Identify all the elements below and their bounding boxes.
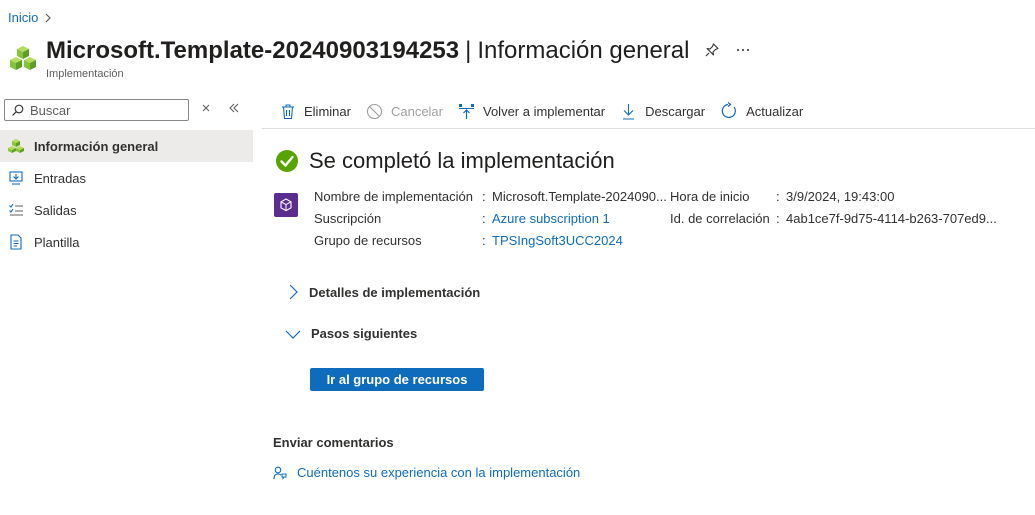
property-correlation-id: Id. de correlación : 4ab1ce7f-9d75-4114-… [670, 211, 997, 226]
feedback-heading: Enviar comentarios [273, 435, 394, 450]
sidebar-item-overview[interactable]: Información general [0, 130, 253, 162]
refresh-icon [720, 102, 738, 120]
deployment-cubes-icon [8, 44, 38, 74]
resource-name: Microsoft.Template-20240903194253 [46, 37, 460, 64]
next-steps-expander[interactable]: Pasos siguientes [285, 326, 417, 341]
redeploy-label: Volver a implementar [483, 103, 606, 119]
more-icon[interactable] [736, 48, 750, 52]
feedback-link[interactable]: Cuéntenos su experiencia con la implemen… [273, 465, 580, 480]
breadcrumb-home-link[interactable]: Inicio [8, 10, 38, 25]
toolbar-divider [262, 128, 1035, 129]
start-time-value: 3/9/2024, 19:43:00 [786, 189, 895, 204]
property-deployment-name: Nombre de implementación : Microsoft.Tem… [314, 189, 667, 204]
page-title: Microsoft.Template-20240903194253 | Info… [46, 37, 689, 65]
breadcrumb: Inicio [8, 10, 52, 25]
sidebar-item-label: Plantilla [34, 234, 80, 250]
sidebar-item-label: Información general [34, 138, 159, 154]
feedback-person-icon [273, 466, 287, 480]
property-colon: : [776, 211, 780, 226]
deployment-details-expander[interactable]: Detalles de implementación [287, 284, 480, 300]
go-to-resource-group-button[interactable]: Ir al grupo de recursos [310, 368, 484, 391]
property-label: Hora de inicio [670, 189, 750, 204]
property-colon: : [482, 211, 486, 226]
header-actions [704, 42, 750, 58]
chevron-right-icon [44, 13, 52, 23]
outputs-icon [8, 202, 24, 218]
next-steps-label: Pasos siguientes [311, 326, 418, 341]
download-icon [620, 103, 637, 120]
property-colon: : [482, 233, 486, 248]
cancel-icon [366, 103, 383, 120]
template-icon [8, 234, 24, 250]
sidebar-item-outputs[interactable]: Salidas [0, 194, 253, 226]
property-subscription: Suscripción : Azure subscription 1 [314, 211, 610, 226]
property-label: Suscripción [314, 211, 382, 226]
deployment-details-label: Detalles de implementación [309, 284, 481, 300]
title-separator: | [465, 37, 472, 64]
property-resource-group: Grupo de recursos : TPSIngSoft3UCC2024 [314, 233, 623, 248]
resource-group-link[interactable]: TPSIngSoft3UCC2024 [492, 233, 623, 248]
sidebar-search [4, 99, 189, 121]
property-start-time: Hora de inicio : 3/9/2024, 19:43:00 [670, 189, 894, 204]
property-label: Id. de correlación [670, 211, 770, 226]
template-deployment-icon [274, 193, 298, 217]
status-title: Se completó la implementación [309, 148, 615, 173]
feedback-link-label: Cuéntenos su experiencia con la implemen… [297, 465, 581, 480]
search-icon [11, 104, 24, 117]
inputs-icon [8, 170, 24, 186]
refresh-button[interactable]: Actualizar [720, 102, 803, 120]
property-colon: : [482, 189, 486, 204]
search-input[interactable] [30, 102, 170, 118]
sidebar-item-label: Salidas [34, 202, 77, 218]
redeploy-button[interactable]: Volver a implementar [458, 103, 605, 120]
delete-label: Eliminar [304, 103, 351, 119]
collapse-sidebar-icon[interactable] [228, 102, 240, 114]
property-label: Grupo de recursos [314, 233, 422, 248]
property-label: Nombre de implementación [314, 189, 473, 204]
sidebar-tools [200, 102, 240, 114]
success-check-icon [275, 149, 299, 173]
property-colon: : [776, 189, 780, 204]
sidebar-item-label: Entradas [34, 170, 87, 186]
overview-icon [8, 138, 24, 154]
deployment-status: Se completó la implementación [275, 148, 615, 174]
download-label: Descargar [645, 103, 706, 119]
delete-button[interactable]: Eliminar [280, 103, 351, 120]
refresh-label: Actualizar [746, 103, 804, 119]
pin-icon[interactable] [704, 42, 720, 58]
clear-filter-icon[interactable] [200, 102, 212, 114]
chevron-right-icon [287, 284, 299, 300]
deployment-name-value: Microsoft.Template-2024090... [492, 189, 667, 204]
trash-icon [280, 103, 296, 120]
sidebar-item-template[interactable]: Plantilla [0, 226, 253, 258]
resource-type: Implementación [46, 68, 124, 80]
cancel-label: Cancelar [390, 103, 443, 119]
sidebar-nav: Información general Entradas Salidas Pla… [0, 130, 253, 258]
command-bar: Eliminar Cancelar Volver a implementar D… [280, 99, 803, 123]
download-button[interactable]: Descargar [620, 103, 705, 120]
cancel-button[interactable]: Cancelar [366, 103, 443, 120]
subscription-link[interactable]: Azure subscription 1 [492, 211, 610, 226]
correlation-id-value: 4ab1ce7f-9d75-4114-b263-707ed9... [786, 211, 997, 226]
sidebar-item-inputs[interactable]: Entradas [0, 162, 253, 194]
chevron-down-icon [285, 328, 301, 340]
blade-name: Información general [477, 37, 690, 64]
redeploy-icon [458, 103, 475, 120]
